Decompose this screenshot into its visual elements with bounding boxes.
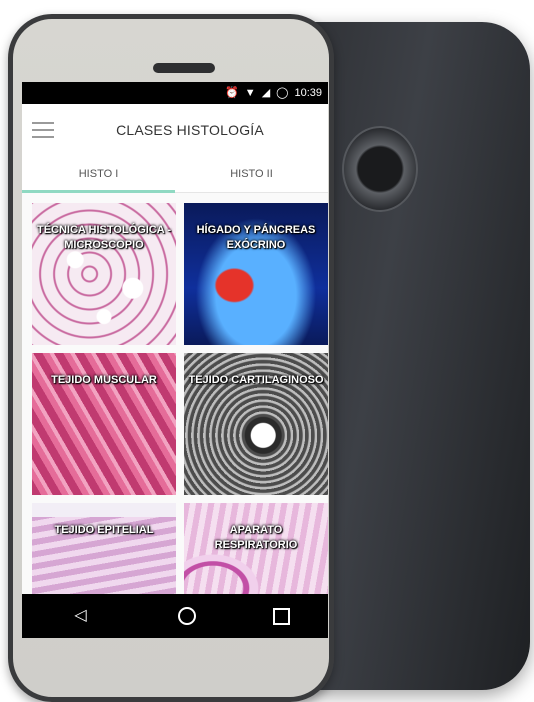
tile-label: TEJIDO MUSCULAR (51, 374, 157, 386)
app-bar: CLASES HISTOLOGÍA (22, 104, 328, 156)
page-title: CLASES HISTOLOGÍA (116, 122, 264, 138)
topics-grid: TÉCNICA HISTOLÓGICA - MICROSCOPIO HÍGADO… (22, 193, 328, 638)
tile-tejido-muscular[interactable]: TEJIDO MUSCULAR (32, 353, 176, 495)
rear-camera-icon (342, 126, 418, 212)
signal-icon: ◢ (261, 86, 271, 99)
tab-histo-i[interactable]: HISTO I (22, 156, 175, 193)
tile-label: HÍGADO Y PÁNCREAS EXÓCRINO (196, 224, 316, 251)
tile-tecnica-histologica[interactable]: TÉCNICA HISTOLÓGICA - MICROSCOPIO (32, 203, 176, 345)
app-screen: ⏰ ▼ ◢ ◯ 10:39 CLASES HISTOLOGÍA HISTO I … (22, 82, 328, 638)
alarm-icon: ⏰ (225, 86, 239, 99)
recents-square-icon[interactable] (272, 607, 290, 625)
tile-label: TÉCNICA HISTOLÓGICA - MICROSCOPIO (36, 224, 172, 251)
tab-bar: HISTO I HISTO II (22, 156, 328, 193)
status-bar: ⏰ ▼ ◢ ◯ 10:39 (22, 82, 328, 104)
battery-icon: ◯ (276, 86, 289, 99)
earpiece-speaker (153, 63, 215, 73)
wifi-icon: ▼ (244, 86, 256, 99)
back-triangle-icon[interactable]: ◁ (61, 608, 101, 624)
tab-histo-ii[interactable]: HISTO II (175, 156, 328, 192)
navigation-bar: ◁ (22, 594, 328, 638)
tile-label: TEJIDO CARTILAGINOSO (188, 374, 324, 386)
tile-higado-pancreas[interactable]: HÍGADO Y PÁNCREAS EXÓCRINO (184, 203, 328, 345)
status-time: 10:39 (294, 87, 322, 99)
home-circle-icon[interactable] (177, 607, 196, 625)
tile-label: TEJIDO EPITELIAL (54, 524, 154, 536)
tile-tejido-cartilaginoso[interactable]: TEJIDO CARTILAGINOSO (184, 353, 328, 495)
tile-label: APARATO RESPIRATORIO (214, 524, 298, 551)
